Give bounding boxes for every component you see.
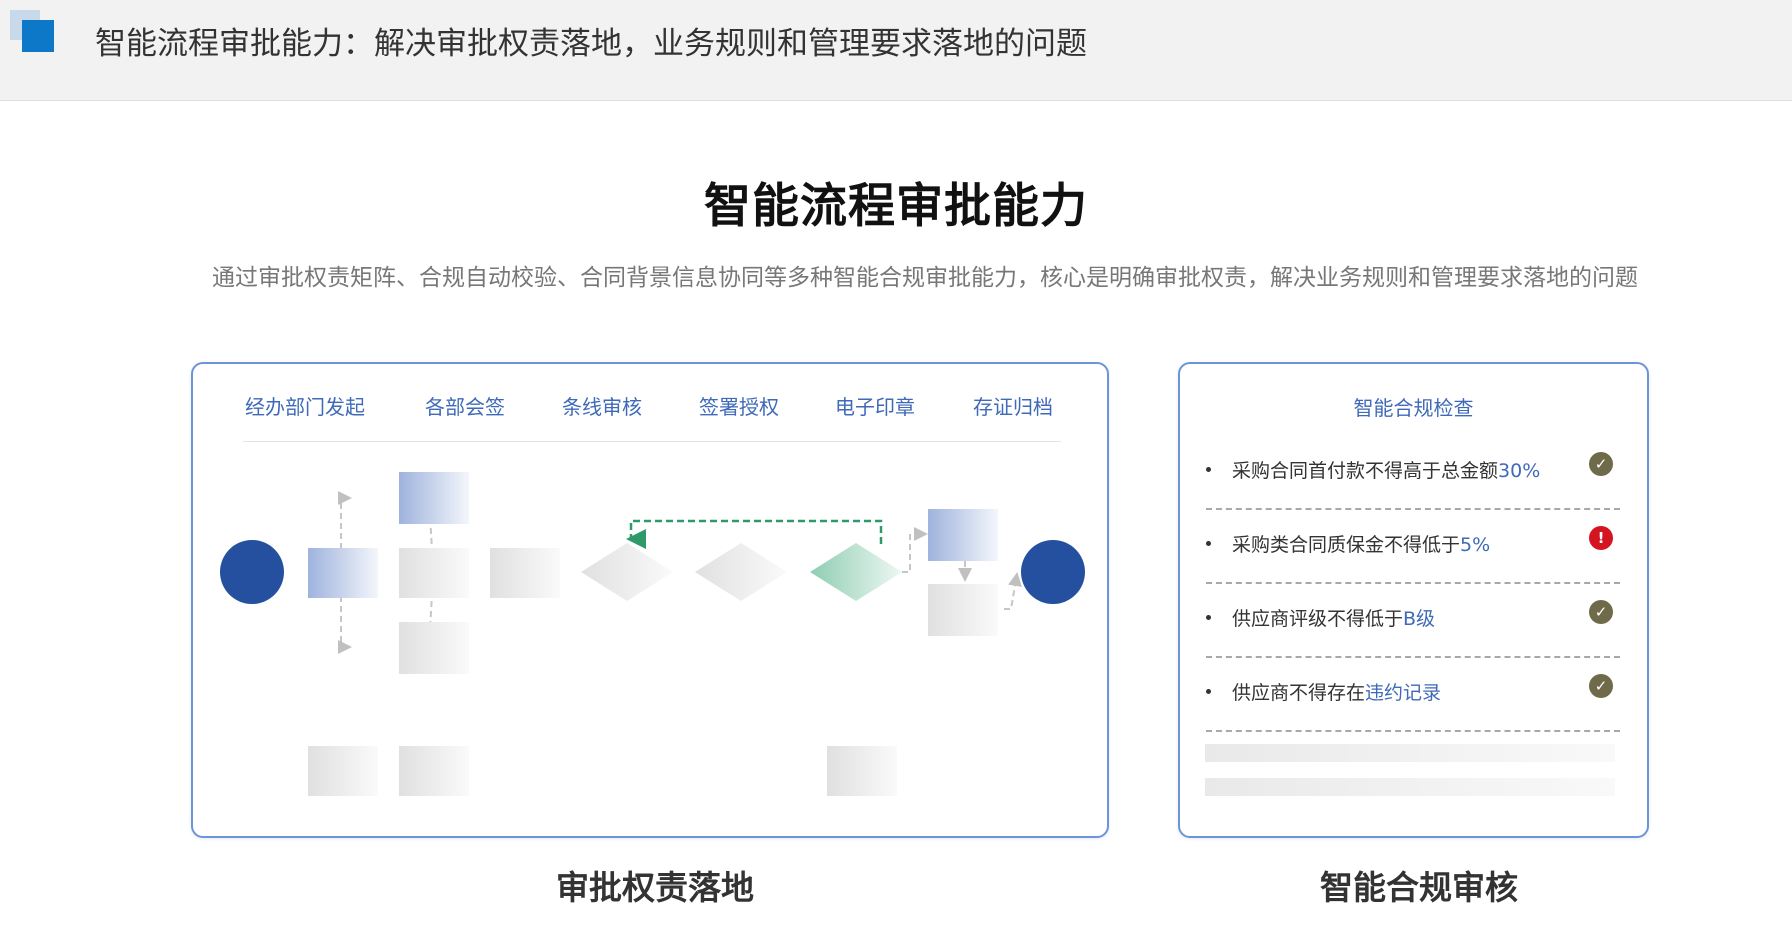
warning-icon: ! — [1589, 526, 1613, 550]
caption-approval-flow: 审批权责落地 — [556, 868, 754, 907]
logo-square-icon — [10, 10, 60, 55]
page-header: 智能流程审批能力：解决审批权责落地，业务规则和管理要求落地的问题 — [0, 0, 1792, 101]
decision-authorize — [695, 543, 787, 601]
rule-text: 供应商不得存在 — [1232, 682, 1366, 704]
flow-node-seal — [928, 509, 998, 561]
bullet-icon — [1206, 689, 1211, 694]
rule-text: 采购合同首付款不得高于总金额 — [1232, 460, 1499, 482]
check-icon: ✓ — [1589, 452, 1613, 476]
start-node — [220, 540, 284, 604]
decision-line-review — [581, 543, 673, 601]
rule-item: 采购合同首付款不得高于总金额30% ✓ — [1206, 436, 1620, 510]
placeholder-block — [827, 746, 897, 796]
rule-highlight: 5% — [1460, 534, 1491, 556]
compliance-card-title: 智能合规检查 — [1353, 396, 1474, 420]
rule-text: 供应商评级不得低于 — [1232, 608, 1404, 630]
rule-item: 采购类合同质保金不得低于5% ! — [1206, 510, 1620, 584]
main-title: 智能流程审批能力 — [704, 179, 1088, 234]
skeleton-bar — [1205, 744, 1615, 762]
rule-item: 供应商不得存在违约记录 ✓ — [1206, 658, 1620, 732]
placeholder-block — [399, 746, 469, 796]
flow-node-sign-1 — [399, 472, 469, 524]
bullet-icon — [1206, 541, 1211, 546]
decision-seal-return — [810, 543, 902, 601]
rule-highlight: B级 — [1403, 608, 1436, 630]
skeleton-bar — [1205, 778, 1615, 796]
flow-node-sign-2 — [399, 548, 469, 598]
flow-node-archive — [928, 584, 998, 636]
end-node — [1021, 540, 1085, 604]
flow-node-merge — [490, 548, 560, 598]
rule-text: 采购类合同质保金不得低于 — [1232, 534, 1461, 556]
rule-highlight: 违约记录 — [1365, 682, 1442, 704]
bullet-icon — [1206, 467, 1211, 472]
bullet-icon — [1206, 615, 1211, 620]
rule-item: 供应商评级不得低于B级 ✓ — [1206, 584, 1620, 658]
rule-highlight: 30% — [1498, 460, 1541, 482]
compliance-check-card: 智能合规检查 采购合同首付款不得高于总金额30% ✓ 采购类合同质保金不得低于5… — [1178, 362, 1649, 838]
caption-compliance: 智能合规审核 — [1320, 868, 1518, 907]
flow-node-sign-3 — [399, 622, 469, 674]
flow-node-initiate — [308, 548, 378, 598]
check-icon: ✓ — [1589, 674, 1613, 698]
approval-flow-card: 经办部门发起 各部会签 条线审核 签署授权 电子印章 存证归档 — [191, 362, 1109, 838]
header-title: 智能流程审批能力：解决审批权责落地，业务规则和管理要求落地的问题 — [95, 26, 1087, 62]
main-subtitle: 通过审批权责矩阵、合规自动校验、合同背景信息协同等多种智能合规审批能力，核心是明… — [212, 265, 1638, 291]
approval-flow-diagram — [220, 472, 1085, 796]
check-icon: ✓ — [1589, 600, 1613, 624]
placeholder-block — [308, 746, 378, 796]
